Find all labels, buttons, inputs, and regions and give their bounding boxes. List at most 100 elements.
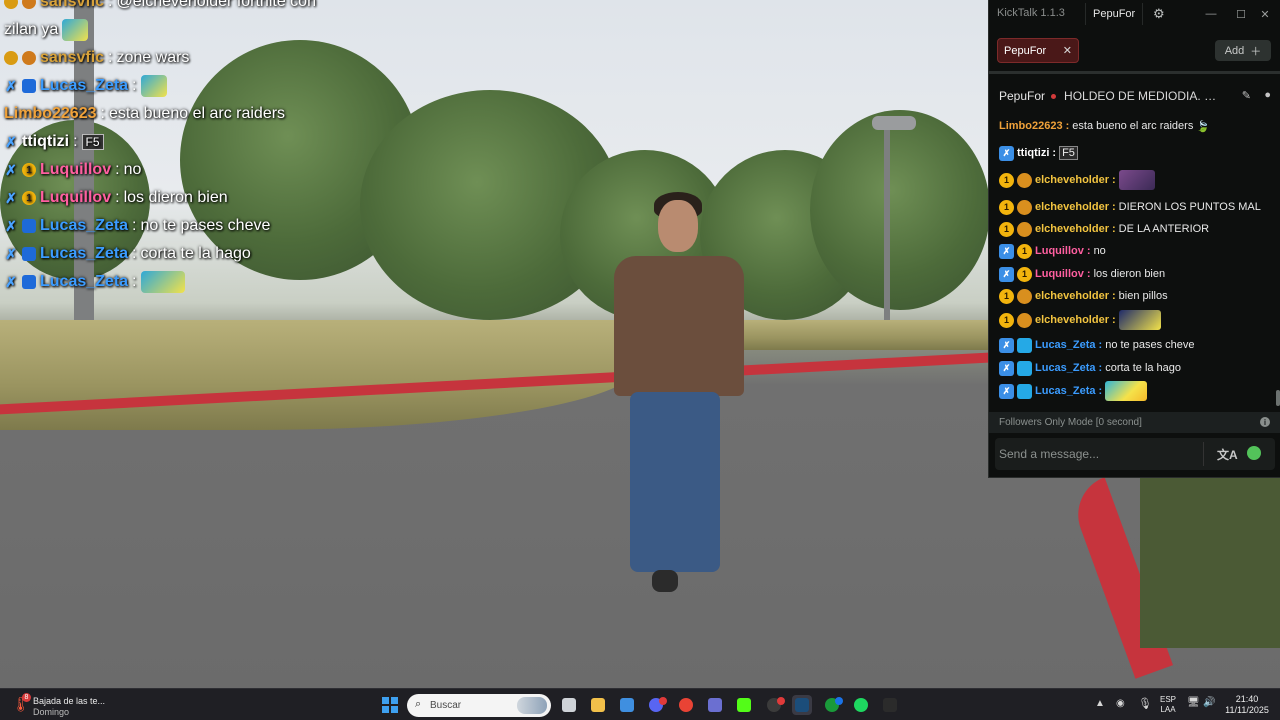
chat-username[interactable]: ttiqtizi bbox=[1017, 147, 1049, 159]
chat-tab-bar: PepuFor ✕ Add ＋ bbox=[989, 28, 1280, 74]
gear-icon[interactable]: ⚙ bbox=[1153, 6, 1165, 22]
notification-dot-icon bbox=[835, 697, 843, 705]
one-badge-icon: 1 bbox=[1017, 243, 1032, 259]
separator: : bbox=[1111, 314, 1116, 326]
chat-mode-text: Followers Only Mode [0 second] bbox=[999, 417, 1142, 428]
overlay-chat-line: sansvfic: zone wars bbox=[4, 44, 334, 72]
add-channel-button[interactable]: Add ＋ bbox=[1215, 40, 1271, 61]
spotify-taskbar-button[interactable] bbox=[851, 695, 871, 715]
language-indicator[interactable]: ESP LAA bbox=[1160, 695, 1176, 715]
overlay-chat-line: ✗ Lucas_Zeta: bbox=[4, 268, 334, 296]
orange-badge-icon bbox=[22, 51, 36, 65]
mod-badge-icon: ✗ bbox=[999, 337, 1014, 353]
chat-message[interactable]: ✗ 1 Luquillov: los dieron bien bbox=[999, 263, 1165, 285]
chevron-up-icon[interactable]: ▲ bbox=[1095, 698, 1105, 709]
chat-username[interactable]: Lucas_Zeta bbox=[1035, 362, 1096, 374]
kicktalk-titlebar[interactable]: KickTalk 1.1.3 PepuFor ⚙ — ☐ ✕ bbox=[989, 0, 1280, 28]
overlay-chat-line: ✗ Lucas_Zeta: corta te la hago bbox=[4, 240, 334, 268]
volume-icon[interactable]: 🔊 bbox=[1203, 697, 1215, 708]
emote-image bbox=[1105, 381, 1148, 401]
chat-username[interactable]: Limbo22623 bbox=[999, 120, 1063, 132]
chat-message-list[interactable]: Limbo22623: esta bueno el arc raiders 🍃 ✗ tt… bbox=[989, 115, 1271, 410]
app-title: KickTalk 1.1.3 bbox=[997, 7, 1065, 19]
xbox-taskbar-button[interactable] bbox=[822, 695, 843, 715]
chat-username[interactable]: Lucas_Zeta bbox=[1035, 385, 1096, 397]
separator: : bbox=[1111, 290, 1116, 302]
keyboard-layout: LAA bbox=[1160, 705, 1176, 714]
chat-username[interactable]: elcheveholder bbox=[1035, 201, 1109, 213]
overlay-chat-text: esta bueno el arc raiders bbox=[108, 105, 286, 122]
channel-name[interactable]: PepuFor bbox=[999, 89, 1045, 103]
close-icon[interactable]: ✕ bbox=[1063, 44, 1072, 57]
kicktalk-taskbar-button[interactable] bbox=[880, 695, 900, 715]
clock-date: 11/11/2025 bbox=[1225, 705, 1269, 715]
system-clock[interactable]: 21:40 11/11/2025 bbox=[1222, 694, 1272, 716]
store-taskbar-button[interactable] bbox=[617, 695, 637, 715]
chat-message[interactable]: ✗ Lucas_Zeta: no te pases cheve bbox=[999, 334, 1195, 356]
sub-badge-icon bbox=[22, 79, 36, 93]
steam-taskbar-button[interactable] bbox=[792, 695, 812, 715]
chat-username[interactable]: elcheveholder bbox=[1035, 314, 1109, 326]
account-button[interactable]: PepuFor bbox=[1085, 3, 1144, 25]
chat-username[interactable]: Luquillov bbox=[1035, 268, 1084, 280]
network-icon[interactable]: 🖥 bbox=[1187, 697, 1200, 708]
discord-taskbar-button[interactable] bbox=[646, 695, 667, 715]
translate-icon[interactable]: 文A bbox=[1217, 446, 1238, 463]
mod-badge-icon: ✗ bbox=[5, 217, 17, 234]
windows-logo-icon bbox=[382, 697, 389, 704]
sub-badge-icon bbox=[22, 219, 36, 233]
start-button[interactable] bbox=[382, 697, 398, 713]
chat-text: corta te la hago bbox=[1105, 362, 1182, 374]
chat-message[interactable]: 1 elcheveholder: DE LA ANTERIOR bbox=[999, 218, 1209, 240]
chat-message[interactable]: ✗ Lucas_Zeta: corta te la hago bbox=[999, 357, 1181, 379]
chat-message[interactable]: Limbo22623: esta bueno el arc raiders 🍃 bbox=[999, 115, 1210, 137]
mod-badge-icon: ✗ bbox=[999, 266, 1014, 282]
taskbar-search[interactable]: ⌕ Buscar bbox=[407, 694, 551, 717]
privacy-icon[interactable]: ◉ bbox=[1116, 698, 1125, 709]
separator: : bbox=[1098, 362, 1103, 374]
emote-picker-icon[interactable] bbox=[1247, 446, 1261, 460]
stream-title: HOLDEO DE MEDIODIA. ME ... bbox=[1064, 89, 1225, 103]
overlay-chat-text: zone wars bbox=[116, 49, 190, 66]
emote-image bbox=[62, 19, 89, 41]
search-icon: ⌕ bbox=[415, 698, 422, 710]
chat-message[interactable]: ✗ Lucas_Zeta: bbox=[999, 380, 1148, 402]
chat-message[interactable]: 1 elcheveholder: bbox=[999, 169, 1155, 191]
obs-taskbar-button[interactable] bbox=[764, 695, 785, 715]
chat-message[interactable]: ✗ ttiqtizi: F5 bbox=[999, 142, 1078, 164]
chat-message[interactable]: ✗ 1 Luquillov: no bbox=[999, 240, 1106, 262]
overlay-chat-username: Limbo22623 bbox=[4, 105, 97, 122]
mod-badge-icon: ✗ bbox=[5, 245, 17, 262]
separator: : bbox=[1098, 339, 1103, 351]
chat-username[interactable]: elcheveholder bbox=[1035, 174, 1109, 186]
kick-taskbar-button[interactable] bbox=[734, 695, 754, 715]
minimize-button[interactable]: — bbox=[1197, 5, 1225, 23]
weather-widget[interactable]: 🌡 8 Bajada de las te... Domingo bbox=[10, 692, 130, 718]
chat-username[interactable]: elcheveholder bbox=[1035, 223, 1109, 235]
chat-message[interactable]: 1 elcheveholder: bbox=[999, 309, 1161, 331]
pin-icon[interactable]: ✎ bbox=[1242, 89, 1251, 102]
file-explorer-taskbar-button[interactable] bbox=[559, 695, 579, 715]
separator: : bbox=[1111, 223, 1116, 235]
close-window-button[interactable]: ✕ bbox=[1251, 5, 1279, 23]
chat-username[interactable]: elcheveholder bbox=[1035, 290, 1109, 302]
files-taskbar-button[interactable] bbox=[588, 695, 608, 715]
chat-scrollbar[interactable] bbox=[1276, 390, 1280, 406]
chat-message[interactable]: 1 elcheveholder: bien pillos bbox=[999, 285, 1168, 307]
chat-message[interactable]: 1 elcheveholder: DIERON LOS PUNTOS MAL bbox=[999, 196, 1261, 218]
separator: : bbox=[1052, 147, 1057, 159]
search-highlight-image bbox=[517, 697, 547, 714]
windows-taskbar: 🌡 8 Bajada de las te... Domingo ⌕ Buscar… bbox=[0, 688, 1280, 720]
notification-badge: 8 bbox=[22, 693, 31, 702]
info-icon[interactable]: i bbox=[1260, 417, 1270, 427]
tab-pepufor[interactable]: PepuFor ✕ bbox=[997, 38, 1079, 63]
teams-taskbar-button[interactable] bbox=[705, 695, 725, 715]
chrome-taskbar-button[interactable] bbox=[676, 695, 696, 715]
chat-username[interactable]: Luquillov bbox=[1035, 245, 1084, 257]
message-input[interactable] bbox=[999, 441, 1199, 467]
user-list-icon[interactable]: ● bbox=[1264, 89, 1271, 101]
overlay-chat-text: no te pases cheve bbox=[140, 217, 271, 234]
chat-username[interactable]: Lucas_Zeta bbox=[1035, 339, 1096, 351]
microphone-icon[interactable]: 🎙 bbox=[1138, 697, 1152, 710]
overlay-chat-line: ✗ Lucas_Zeta: bbox=[4, 72, 334, 100]
